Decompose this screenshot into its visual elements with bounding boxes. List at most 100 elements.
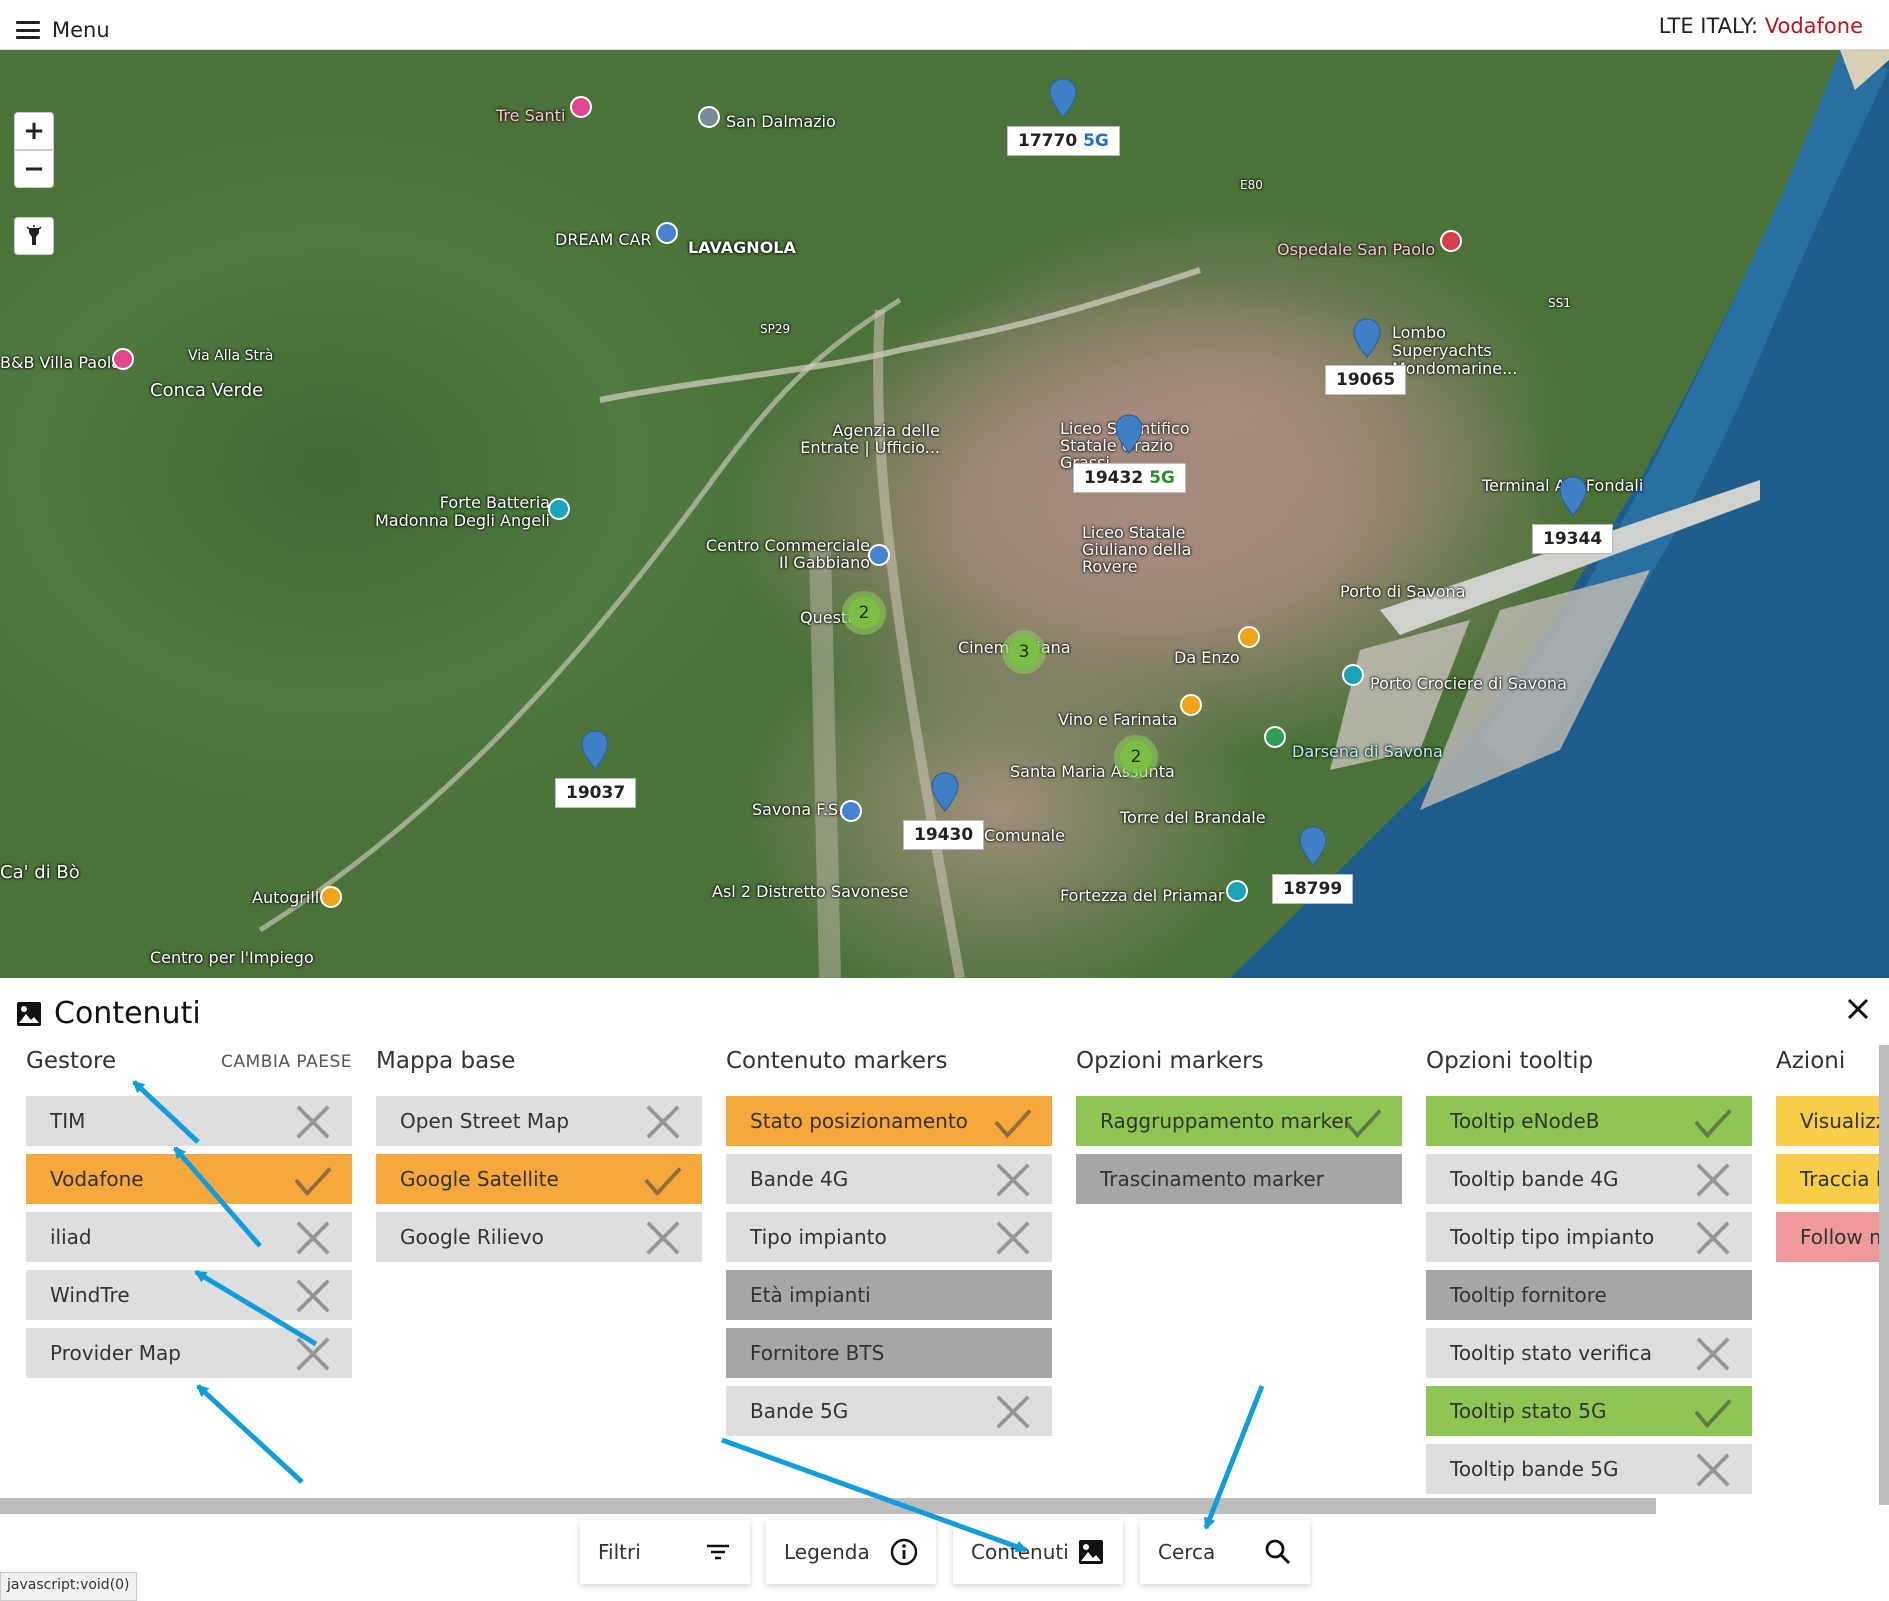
option-toggle[interactable]: Fornitore BTS [726, 1328, 1052, 1378]
hospital-icon[interactable] [1440, 230, 1462, 252]
hotel-icon[interactable] [570, 96, 592, 118]
cross-icon [994, 1219, 1032, 1257]
option-toggle[interactable]: Tooltip bande 4G [1426, 1154, 1752, 1204]
option-toggle[interactable]: Open Street Map [376, 1096, 702, 1146]
option-toggle[interactable]: Stato posizionamento [726, 1096, 1052, 1146]
place-label: Centro per l'Impiego [150, 948, 314, 967]
option-toggle[interactable]: Tipo impianto [726, 1212, 1052, 1262]
option-toggle[interactable]: Visualizz [1776, 1096, 1889, 1146]
tab-label: Cerca [1158, 1540, 1216, 1564]
map-pin-icon[interactable] [1048, 78, 1078, 118]
hotel-icon[interactable] [112, 348, 134, 370]
option-toggle[interactable]: Traccia l [1776, 1154, 1889, 1204]
column-title: Opzioni tooltip [1426, 1048, 1594, 1074]
hamburger-icon [16, 21, 40, 39]
site-label[interactable]: 19430 [903, 820, 985, 850]
cross-icon [294, 1219, 332, 1257]
map-pin-icon[interactable] [1114, 414, 1144, 454]
option-toggle[interactable]: Tooltip stato verifica [1426, 1328, 1752, 1378]
option-toggle[interactable]: TIM [26, 1096, 352, 1146]
map-pin-icon[interactable] [1298, 826, 1328, 866]
tab-legenda[interactable]: Legenda [766, 1520, 936, 1584]
option-label: Provider Map [50, 1341, 181, 1365]
option-toggle[interactable]: Tooltip fornitore [1426, 1270, 1752, 1320]
park-icon[interactable] [1264, 726, 1286, 748]
place-label: Autogrill [252, 888, 320, 907]
marker-cluster[interactable]: 2 [842, 591, 886, 635]
option-toggle[interactable]: WindTre [26, 1270, 352, 1320]
option-toggle[interactable]: Raggruppamento marker [1076, 1096, 1402, 1146]
search-icon [1265, 1539, 1291, 1565]
church-icon[interactable] [698, 106, 720, 128]
option-toggle[interactable]: Bande 4G [726, 1154, 1052, 1204]
option-toggle[interactable]: Tooltip tipo impianto [1426, 1212, 1752, 1262]
zoom-out-button[interactable]: − [14, 150, 54, 188]
option-toggle[interactable]: Età impianti [726, 1270, 1052, 1320]
site-label[interactable]: 19344 [1532, 524, 1614, 554]
place-label: Darsena di Savona [1292, 742, 1443, 761]
cross-icon [294, 1335, 332, 1373]
option-toggle[interactable]: Google Satellite [376, 1154, 702, 1204]
restaurant-icon[interactable] [320, 886, 342, 908]
option-label: Follow m [1800, 1225, 1889, 1249]
option-label: Stato posizionamento [750, 1109, 968, 1133]
site-label[interactable]: 19065 [1325, 365, 1407, 395]
options-column: Gestore CAMBIA PAESE TIM Vodafone iliad WindT… [26, 1048, 352, 1378]
attraction-icon[interactable] [1226, 880, 1248, 902]
option-toggle[interactable]: Tooltip stato 5G [1426, 1386, 1752, 1436]
option-label: Età impianti [750, 1283, 871, 1307]
site-label[interactable]: 17770 5G [1007, 126, 1120, 156]
column-title: Mappa base [376, 1048, 516, 1074]
option-label: Bande 4G [750, 1167, 849, 1191]
vertical-scrollbar[interactable] [1879, 1045, 1889, 1505]
option-toggle[interactable]: Tooltip bande 5G [1426, 1444, 1752, 1494]
zoom-in-button[interactable]: + [14, 112, 54, 150]
shopping-icon[interactable] [868, 544, 890, 566]
site-label[interactable]: 19037 [555, 778, 637, 808]
menu-button[interactable]: Menu [16, 12, 110, 48]
close-icon[interactable] [1843, 994, 1873, 1024]
attraction-icon[interactable] [548, 498, 570, 520]
car-dealer-icon[interactable] [656, 222, 678, 244]
map-pin-icon[interactable] [930, 772, 960, 812]
map-view[interactable]: + − Tre Santi San Dalmazio DREAM CAR LAV… [0, 50, 1889, 978]
tab-contenuti[interactable]: Contenuti [953, 1520, 1123, 1584]
horizontal-scrollbar[interactable] [0, 1498, 1656, 1514]
site-label[interactable]: 18799 [1272, 874, 1354, 904]
option-toggle[interactable]: Vodafone [26, 1154, 352, 1204]
tab-filtri[interactable]: Filtri [580, 1520, 750, 1584]
map-pin-icon[interactable] [1352, 318, 1382, 358]
place-label: Fortezza del Priamar [1060, 886, 1225, 905]
option-label: Tooltip tipo impianto [1450, 1225, 1655, 1249]
flashlight-icon[interactable] [14, 217, 54, 255]
option-label: Traccia l [1800, 1167, 1882, 1191]
restaurant-icon[interactable] [1180, 694, 1202, 716]
map-pin-icon[interactable] [580, 730, 610, 770]
option-label: Vodafone [50, 1167, 144, 1191]
train-icon[interactable] [840, 800, 862, 822]
option-toggle[interactable]: iliad [26, 1212, 352, 1262]
attraction-icon[interactable] [1342, 664, 1364, 686]
options-column: Opzioni markers Raggruppamento marker Tras… [1076, 1048, 1402, 1204]
change-country-link[interactable]: CAMBIA PAESE [221, 1052, 352, 1072]
option-toggle[interactable]: Tooltip eNodeB [1426, 1096, 1752, 1146]
option-toggle[interactable]: Provider Map [26, 1328, 352, 1378]
marker-cluster[interactable]: 3 [1002, 630, 1046, 674]
site-label[interactable]: 19432 5G [1073, 463, 1186, 493]
place-label: Da Enzo [1174, 648, 1240, 667]
option-toggle[interactable]: Google Rilievo [376, 1212, 702, 1262]
option-toggle[interactable]: Trascinamento marker [1076, 1154, 1402, 1204]
cross-icon [994, 1161, 1032, 1199]
option-label: Tipo impianto [750, 1225, 887, 1249]
restaurant-icon[interactable] [1238, 626, 1260, 648]
option-label: Tooltip stato verifica [1450, 1341, 1653, 1365]
map-pin-icon[interactable] [1558, 476, 1588, 516]
place-label: Lombo Superyachts Mondomarine... [1392, 323, 1518, 378]
check-icon [644, 1161, 682, 1199]
cross-icon [644, 1219, 682, 1257]
option-toggle[interactable]: Follow m [1776, 1212, 1889, 1262]
tab-cerca[interactable]: Cerca [1140, 1520, 1310, 1584]
option-toggle[interactable]: Bande 5G [726, 1386, 1052, 1436]
image-icon [1079, 1540, 1103, 1564]
marker-cluster[interactable]: 2 [1114, 735, 1158, 779]
